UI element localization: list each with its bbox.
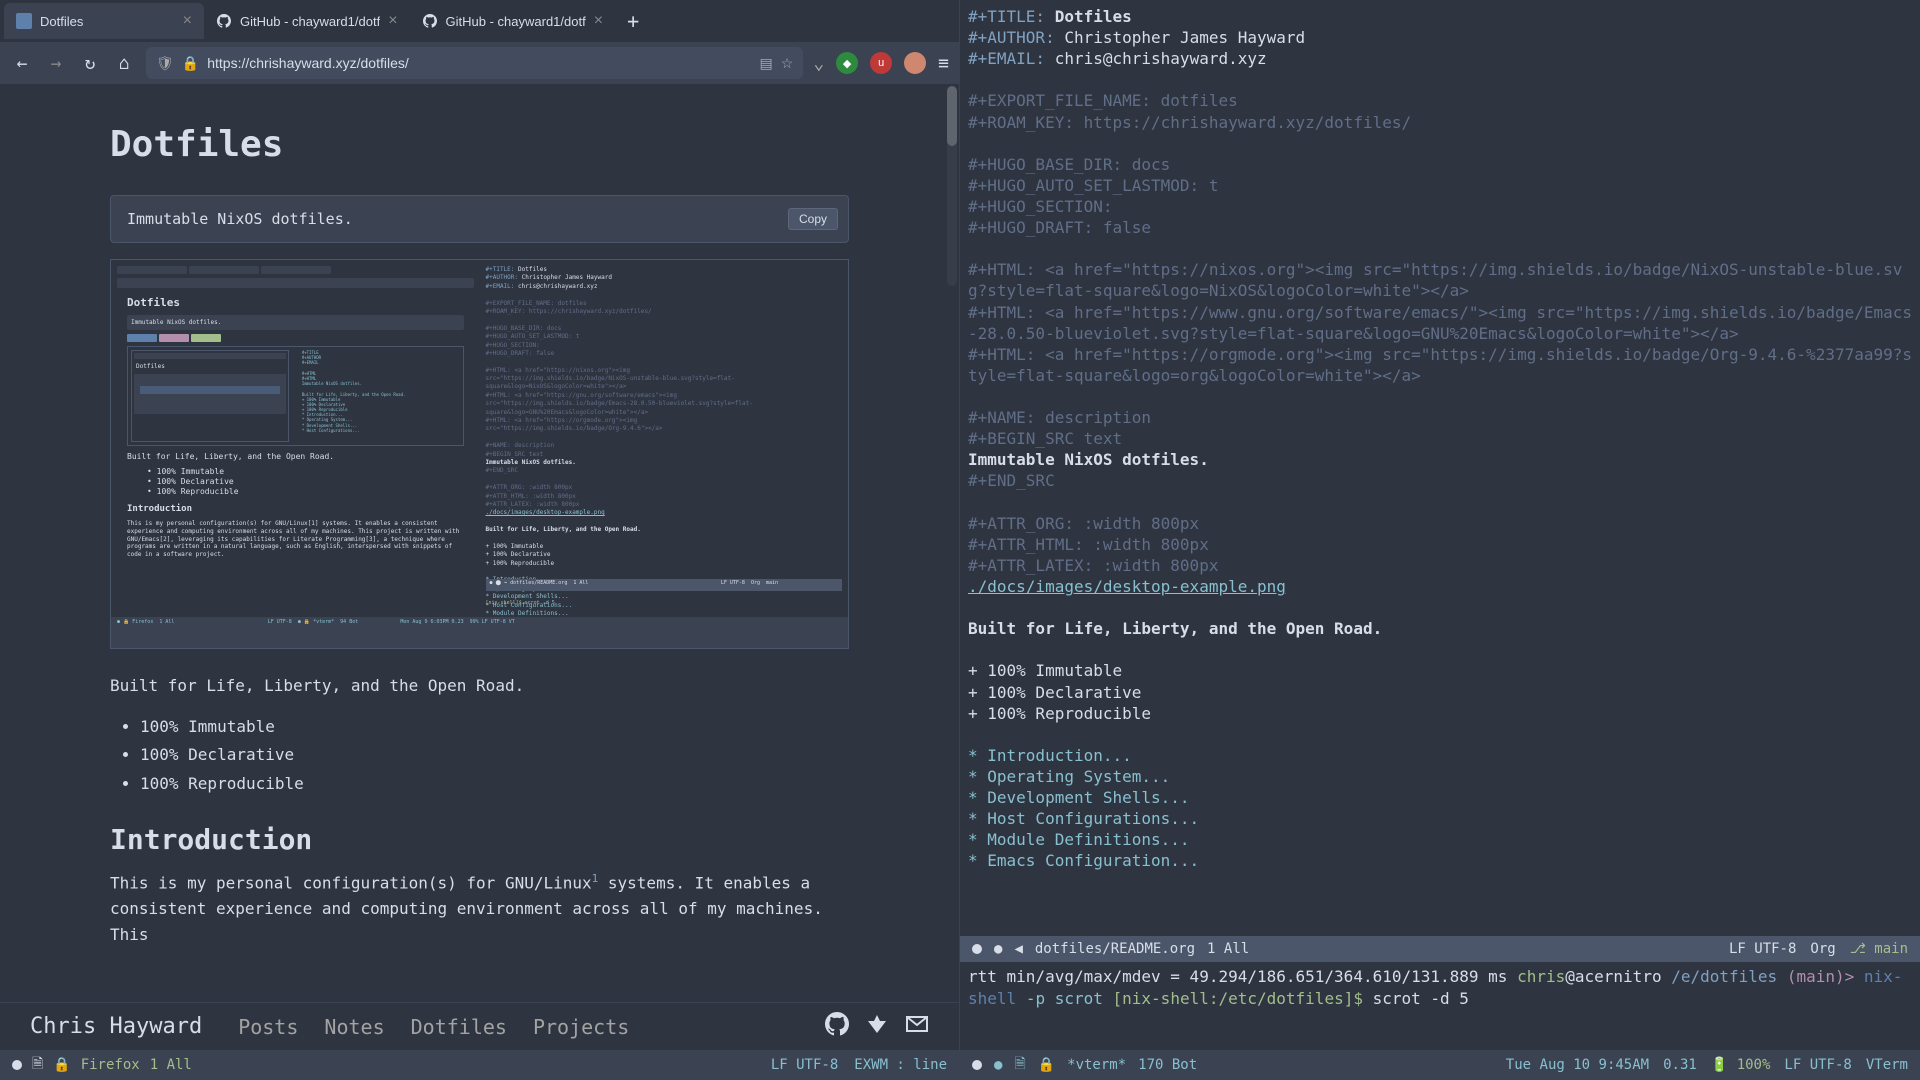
lock-icon: 🔒 (53, 1057, 70, 1073)
tab-label: GitHub - chayward1/dotf (240, 14, 380, 29)
site-brand[interactable]: Chris Hayward (30, 1014, 202, 1039)
encoding: LF UTF-8 (771, 1057, 838, 1073)
site-navigation: Chris Hayward Posts Notes Dotfiles Proje… (0, 1002, 959, 1050)
load-avg: 0.31 (1663, 1057, 1697, 1073)
code-text: Immutable NixOS dotfiles. (127, 210, 353, 228)
favicon-github-icon (216, 13, 232, 29)
file-path: dotfiles/README.org (1035, 941, 1195, 957)
browser-tab-bar: Dotfiles × GitHub - chayward1/dotf × Git… (0, 0, 959, 42)
modified-icon: ● (994, 1057, 1002, 1073)
mode: Org (1810, 941, 1835, 957)
nav-dotfiles[interactable]: Dotfiles (411, 1015, 507, 1039)
right-pane: #+TITLE: Dotfiles #+AUTHOR: Christopher … (960, 0, 1920, 1080)
tab-label: GitHub - chayward1/dotf (446, 14, 586, 29)
status-dot-icon (12, 1060, 22, 1070)
embedded-screenshot: Dotfiles Immutable NixOS dotfiles. Dotfi… (110, 259, 849, 649)
url-text: https://chrishayward.xyz/dotfiles/ (207, 55, 751, 71)
email-icon[interactable] (905, 1012, 929, 1042)
left-pane: Dotfiles × GitHub - chayward1/dotf × Git… (0, 0, 960, 1080)
modeline-editor: ● ◀ dotfiles/README.org 1 All LF UTF-8 O… (960, 936, 1920, 962)
tagline: Built for Life, Liberty, and the Open Ro… (110, 673, 849, 699)
modeline-firefox: 🗎 🔒 Firefox 1 All LF UTF-8 EXWM : line (0, 1050, 959, 1080)
copy-button[interactable]: Copy (788, 208, 838, 230)
battery-status: 🔋 100% (1711, 1057, 1771, 1073)
browser-toolbar: ← → ↻ ⌂ 🛡 🔒 https://chrishayward.xyz/dot… (0, 42, 959, 84)
forward-button[interactable]: → (44, 53, 68, 74)
reload-button[interactable]: ↻ (78, 53, 102, 74)
list-item: 100% Reproducible (140, 770, 849, 799)
favicon-icon (16, 13, 32, 29)
extension-bitwarden-icon[interactable]: ◆ (836, 52, 858, 74)
close-tab-icon[interactable]: × (388, 12, 397, 30)
tab-dotfiles[interactable]: Dotfiles × (4, 3, 204, 39)
modified-icon: ● (994, 941, 1002, 957)
favicon-github-icon (422, 13, 438, 29)
tab-label: Dotfiles (40, 14, 175, 29)
browser-viewport[interactable]: Dotfiles Immutable NixOS dotfiles. Copy … (0, 84, 959, 1002)
nav-notes[interactable]: Notes (324, 1015, 384, 1039)
new-tab-button[interactable]: + (615, 9, 651, 33)
close-tab-icon[interactable]: × (183, 12, 192, 30)
scrollbar-thumb[interactable] (947, 86, 957, 146)
tab-github-1[interactable]: GitHub - chayward1/dotf × (204, 3, 410, 39)
bookmark-icon[interactable]: ☆ (781, 55, 794, 72)
scrollbar[interactable] (947, 86, 957, 286)
section-heading: Introduction (110, 823, 849, 856)
feature-list: 100% Immutable 100% Declarative 100% Rep… (140, 713, 849, 799)
datetime: Tue Aug 10 9:45AM (1506, 1057, 1649, 1073)
list-item: 100% Declarative (140, 741, 849, 770)
terminal[interactable]: rtt min/avg/max/mdev = 49.294/186.651/36… (960, 962, 1920, 1050)
nav-posts[interactable]: Posts (238, 1015, 298, 1039)
page-title: Dotfiles (110, 124, 849, 165)
file-icon: 🗎 (32, 1053, 43, 1077)
lock-icon: 🔒 (1038, 1057, 1055, 1073)
buffer-name: *vterm* (1067, 1057, 1126, 1073)
encoding: LF UTF-8 (1729, 941, 1796, 957)
gitlab-icon[interactable] (865, 1012, 889, 1042)
code-block: Immutable NixOS dotfiles. Copy (110, 195, 849, 243)
encoding: LF UTF-8 (1784, 1057, 1851, 1073)
modeline-terminal: ● 🗎 🔒 *vterm* 170 Bot Tue Aug 10 9:45AM … (960, 1050, 1920, 1080)
url-bar[interactable]: 🛡 🔒 https://chrishayward.xyz/dotfiles/ ▤… (146, 47, 803, 79)
mode: VTerm (1866, 1057, 1908, 1073)
back-icon: ◀ (1014, 941, 1022, 957)
git-branch: ⎇ main (1850, 941, 1908, 957)
github-icon[interactable] (825, 1012, 849, 1042)
menu-button[interactable]: ≡ (938, 53, 949, 74)
reader-icon[interactable]: ▤ (760, 55, 773, 72)
shield-icon[interactable]: 🛡 (156, 55, 174, 72)
org-editor[interactable]: #+TITLE: Dotfiles #+AUTHOR: Christopher … (960, 0, 1920, 936)
extension-icon[interactable] (904, 52, 926, 74)
lock-icon[interactable]: 🔒 (182, 55, 199, 72)
nav-projects[interactable]: Projects (533, 1015, 629, 1039)
extension-ublock-icon[interactable]: u (870, 52, 892, 74)
back-button[interactable]: ← (10, 53, 34, 74)
close-tab-icon[interactable]: × (594, 12, 603, 30)
list-item: 100% Immutable (140, 713, 849, 742)
status-dot-icon (972, 944, 982, 954)
buffer-name: Firefox (81, 1057, 140, 1073)
intro-paragraph: This is my personal configuration(s) for… (110, 870, 849, 947)
home-button[interactable]: ⌂ (112, 53, 136, 74)
status-dot-icon (972, 1060, 982, 1070)
file-icon: 🗎 (1014, 1053, 1025, 1077)
position: 1 All (150, 1057, 192, 1073)
tab-github-2[interactable]: GitHub - chayward1/dotf × (410, 3, 616, 39)
position: 1 All (1207, 941, 1249, 957)
position: 170 Bot (1138, 1057, 1197, 1073)
pocket-icon[interactable]: ⌄ (813, 53, 824, 74)
mode: EXWM : line (854, 1057, 947, 1073)
